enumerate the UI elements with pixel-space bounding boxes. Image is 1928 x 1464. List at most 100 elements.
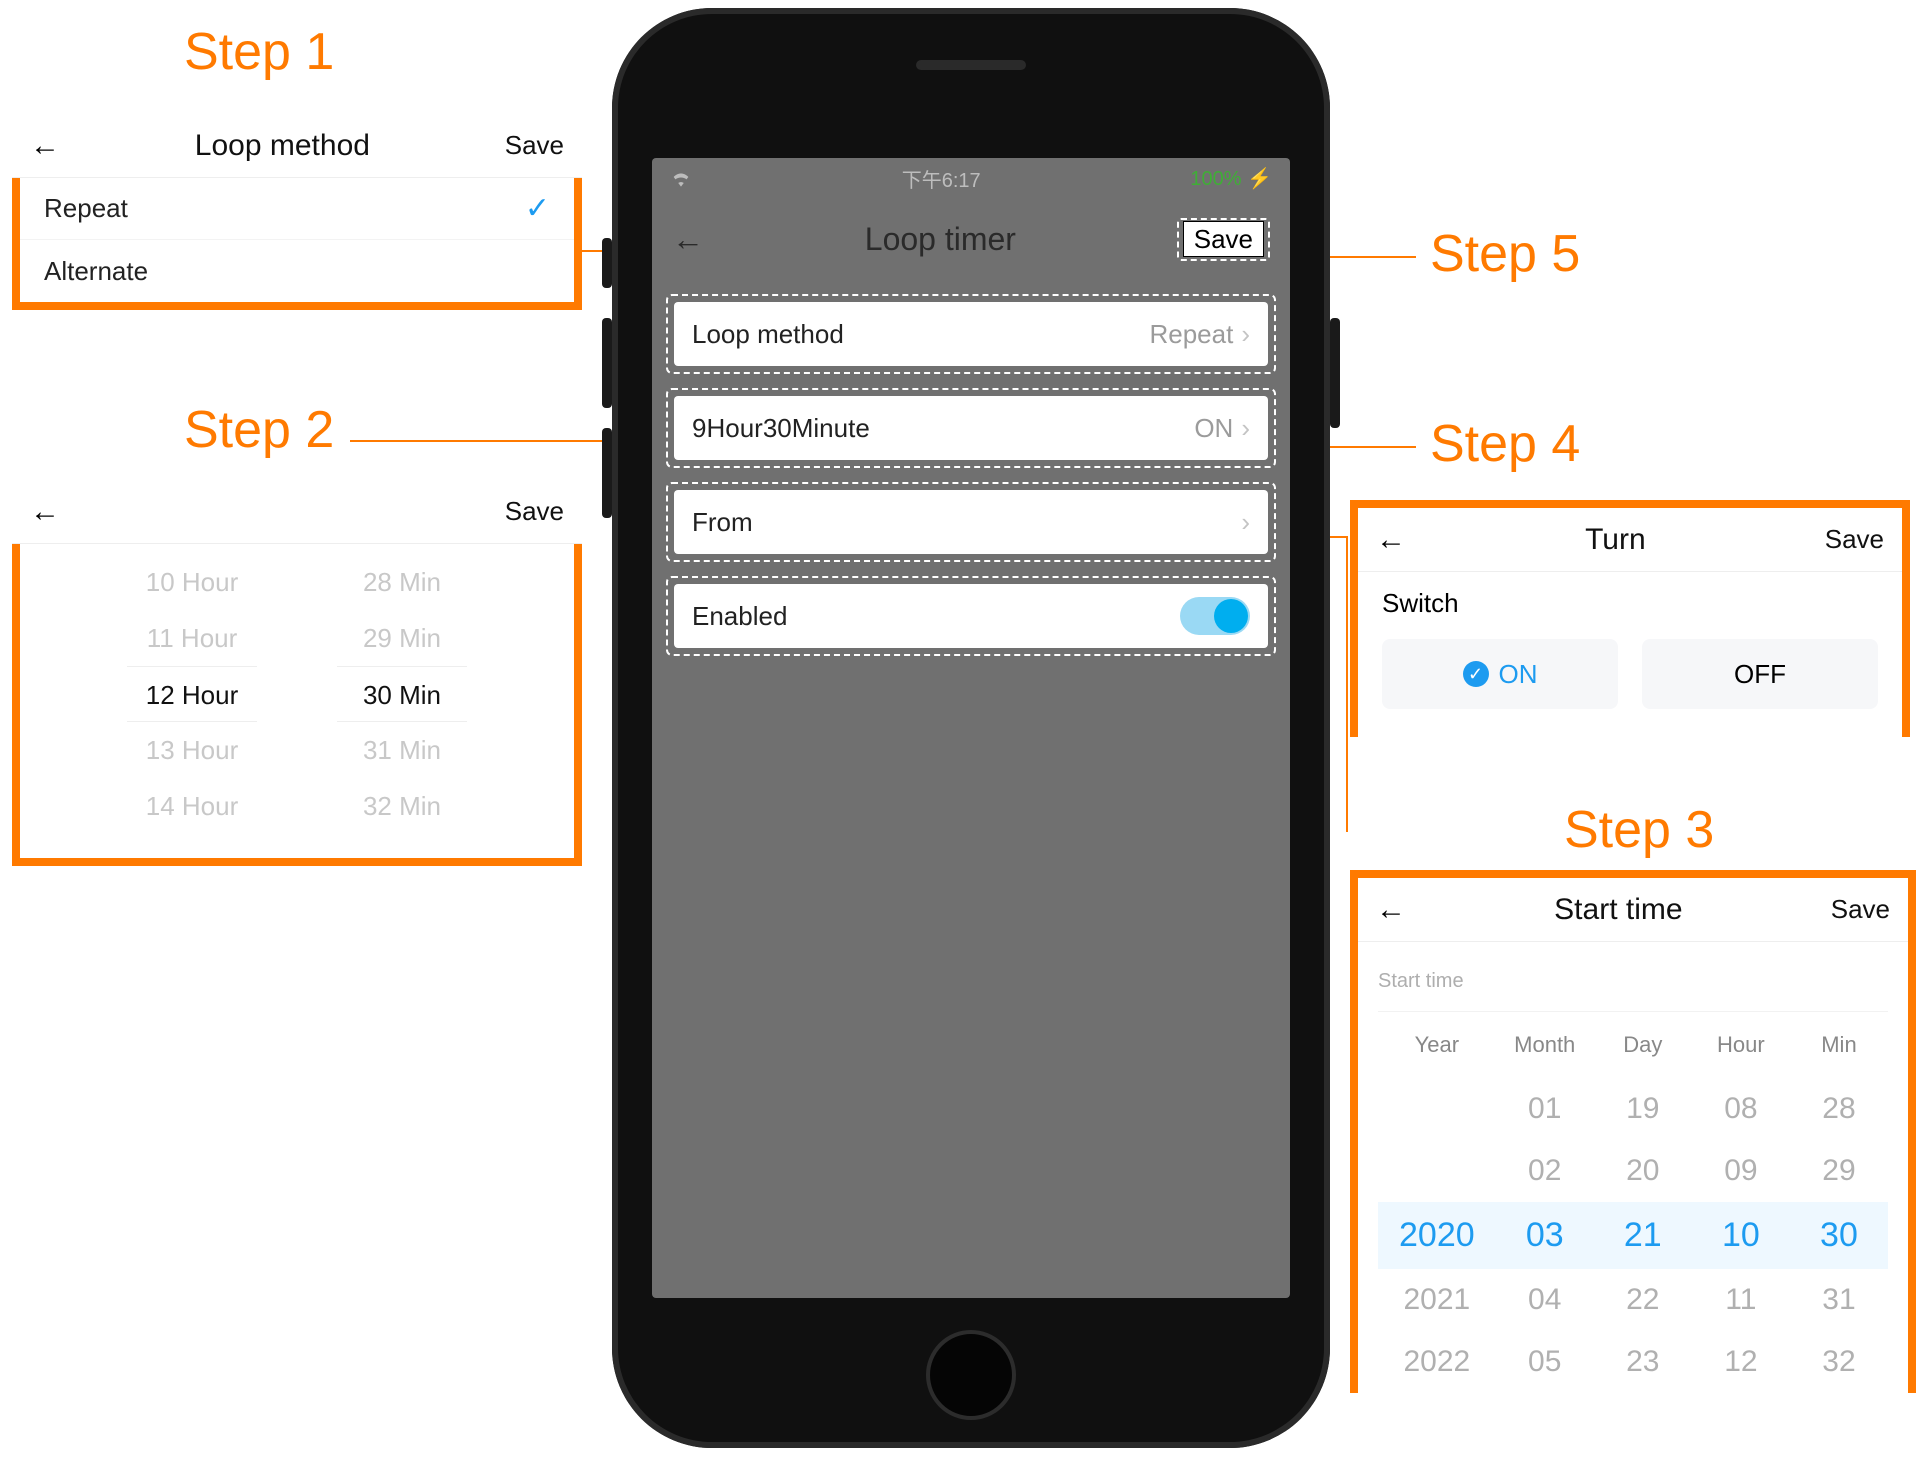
grid-cell[interactable]: 09 (1692, 1140, 1790, 1202)
row-label: Loop method (692, 319, 844, 350)
save-button[interactable]: Save (1183, 221, 1264, 257)
row-value: Repeat (1149, 319, 1233, 350)
grid-cell[interactable] (1378, 1078, 1496, 1140)
step-5-label: Step 5 (1430, 224, 1580, 284)
back-icon[interactable]: ← (30, 129, 60, 163)
back-icon[interactable]: ← (1376, 523, 1406, 557)
panel-title: Turn (1406, 523, 1825, 557)
grid-cell[interactable]: 04 (1496, 1269, 1594, 1331)
wheel-item[interactable]: 32 Min (337, 778, 467, 834)
wheel-item[interactable]: 10 Hour (127, 554, 257, 610)
start-time-grid[interactable]: Year Month Day Hour Min 01 19 08 28 02 2… (1378, 1012, 1888, 1393)
grid-cell-selected[interactable]: 2020 (1378, 1202, 1496, 1269)
option-repeat[interactable]: Repeat ✓ (20, 178, 574, 240)
grid-cell-selected[interactable]: 03 (1496, 1202, 1594, 1269)
wheel-item[interactable]: 29 Min (337, 610, 467, 666)
step-2-label: Step 2 (184, 400, 334, 460)
duration-picker[interactable]: 10 Hour 11 Hour 12 Hour 13 Hour 14 Hour … (20, 544, 574, 858)
wifi-icon (670, 170, 692, 186)
save-button[interactable]: Save (1831, 894, 1890, 925)
switch-label: Switch (1382, 588, 1878, 619)
grid-cell-selected[interactable]: 10 (1692, 1202, 1790, 1269)
grid-cell[interactable]: 01 (1496, 1078, 1594, 1140)
row-label: 9Hour30Minute (692, 413, 870, 444)
save-button[interactable]: Save (505, 130, 564, 161)
grid-cell-selected[interactable]: 21 (1594, 1202, 1692, 1269)
minute-column[interactable]: 28 Min 29 Min 30 Min 31 Min 32 Min (337, 554, 467, 834)
hour-column[interactable]: 10 Hour 11 Hour 12 Hour 13 Hour 14 Hour (127, 554, 257, 834)
col-header: Min (1790, 1012, 1888, 1078)
phone-screen: 下午6:17 100% ⚡ ← Loop timer Save Loop met… (652, 158, 1290, 1298)
phone-side-button (602, 428, 612, 518)
off-label: OFF (1734, 659, 1786, 690)
switch-off-button[interactable]: OFF (1642, 639, 1878, 709)
row-duration[interactable]: 9Hour30Minute ON › (666, 388, 1276, 468)
check-icon: ✓ (525, 191, 550, 226)
chevron-right-icon: › (1241, 319, 1250, 350)
loop-method-panel: ← Loop method Save Repeat ✓ Alternate (12, 114, 582, 310)
back-icon[interactable]: ← (1376, 893, 1406, 927)
step-3-label: Step 3 (1564, 800, 1714, 860)
grid-cell[interactable]: 20 (1594, 1140, 1692, 1202)
grid-cell[interactable]: 08 (1692, 1078, 1790, 1140)
grid-cell[interactable]: 2022 (1378, 1331, 1496, 1393)
on-label: ON (1499, 659, 1538, 690)
grid-cell[interactable]: 12 (1692, 1331, 1790, 1393)
start-time-panel: ← Start time Save Start time Year Month … (1350, 870, 1916, 1393)
page-title: Loop timer (704, 221, 1177, 258)
grid-cell[interactable]: 29 (1790, 1140, 1888, 1202)
grid-cell[interactable]: 02 (1496, 1140, 1594, 1202)
grid-cell[interactable]: 2021 (1378, 1269, 1496, 1331)
status-time: 下午6:17 (902, 164, 981, 193)
grid-cell[interactable]: 31 (1790, 1269, 1888, 1331)
home-button[interactable] (926, 1330, 1016, 1420)
phone-side-button (602, 238, 612, 288)
status-bar: 下午6:17 100% ⚡ (652, 158, 1290, 198)
leader-step3-v (1346, 536, 1348, 832)
wheel-item[interactable]: 14 Hour (127, 778, 257, 834)
phone-frame: 下午6:17 100% ⚡ ← Loop timer Save Loop met… (612, 8, 1330, 1448)
grid-cell-selected[interactable]: 30 (1790, 1202, 1888, 1269)
grid-cell[interactable]: 05 (1496, 1331, 1594, 1393)
grid-cell[interactable]: 11 (1692, 1269, 1790, 1331)
switch-on-button[interactable]: ✓ ON (1382, 639, 1618, 709)
enabled-toggle[interactable] (1180, 597, 1250, 635)
wheel-item[interactable]: 13 Hour (127, 722, 257, 778)
grid-cell[interactable]: 23 (1594, 1331, 1692, 1393)
col-header: Hour (1692, 1012, 1790, 1078)
start-time-sublabel: Start time (1378, 952, 1888, 1012)
app-header: ← Loop timer Save (652, 198, 1290, 280)
row-label: Enabled (692, 601, 787, 632)
duration-panel: ← Save 10 Hour 11 Hour 12 Hour 13 Hour 1… (12, 480, 582, 866)
grid-cell[interactable] (1378, 1140, 1496, 1202)
grid-cell[interactable]: 22 (1594, 1269, 1692, 1331)
grid-cell[interactable]: 32 (1790, 1331, 1888, 1393)
row-value: ON (1194, 413, 1233, 444)
status-battery: 100% ⚡ (1190, 166, 1272, 191)
col-header: Year (1378, 1012, 1496, 1078)
row-from[interactable]: From › (666, 482, 1276, 562)
wheel-item[interactable]: 31 Min (337, 722, 467, 778)
phone-side-button (602, 318, 612, 408)
step-4-label: Step 4 (1430, 414, 1580, 474)
chevron-right-icon: › (1241, 413, 1250, 444)
wheel-item[interactable]: 11 Hour (127, 610, 257, 666)
chevron-right-icon: › (1241, 507, 1250, 538)
save-button[interactable]: Save (505, 496, 564, 527)
phone-side-button (1330, 318, 1340, 428)
turn-panel: ← Turn Save Switch ✓ ON OFF (1350, 500, 1910, 737)
row-label: From (692, 507, 753, 538)
option-alternate[interactable]: Alternate (20, 240, 574, 302)
row-loop-method[interactable]: Loop method Repeat › (666, 294, 1276, 374)
panel-title: Loop method (60, 129, 505, 163)
back-icon[interactable]: ← (672, 221, 704, 258)
back-icon[interactable]: ← (30, 495, 60, 529)
wheel-item-selected[interactable]: 30 Min (337, 666, 467, 722)
wheel-item[interactable]: 28 Min (337, 554, 467, 610)
option-label: Alternate (44, 256, 148, 287)
wheel-item-selected[interactable]: 12 Hour (127, 666, 257, 722)
step-1-label: Step 1 (184, 22, 334, 82)
grid-cell[interactable]: 28 (1790, 1078, 1888, 1140)
save-button[interactable]: Save (1825, 524, 1884, 555)
grid-cell[interactable]: 19 (1594, 1078, 1692, 1140)
